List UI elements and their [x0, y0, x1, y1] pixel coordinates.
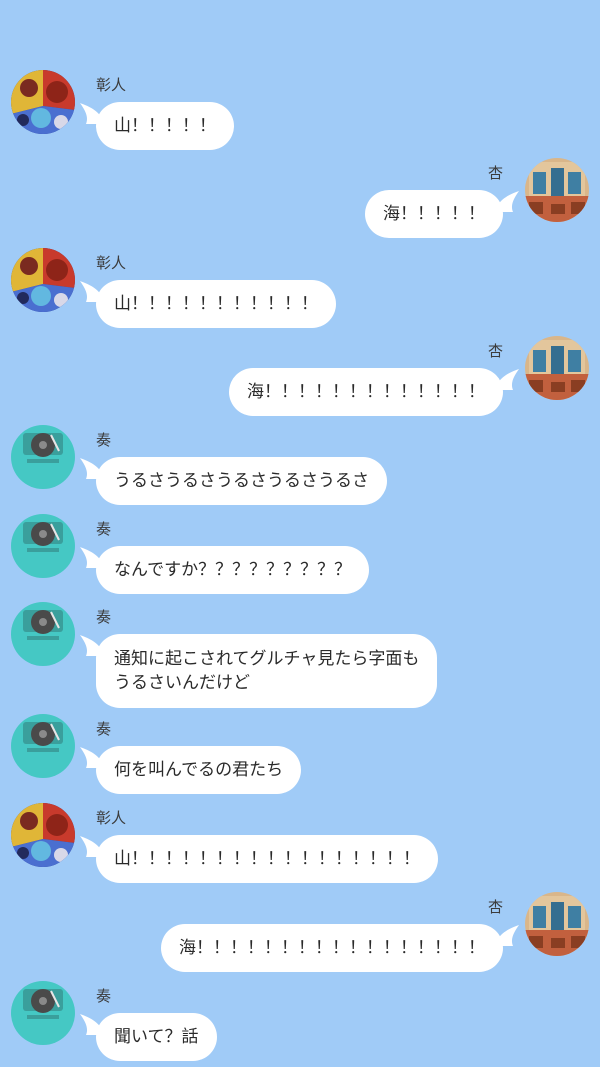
sender-name: 彰人: [96, 809, 127, 827]
kanade-avatar[interactable]: [11, 514, 75, 578]
akito-avatar[interactable]: [11, 70, 75, 134]
message-bubble[interactable]: 海！！！！！！！！！！！！！: [229, 368, 503, 416]
an-avatar[interactable]: [525, 892, 589, 956]
message-bubble[interactable]: 山！！！！！: [96, 102, 234, 150]
sender-name: 杏: [487, 898, 503, 916]
chat-thread: 彰人 山！！！！！ 杏 海！！！！！ 彰人 山！！！！！！！！！！！ 杏 海！！…: [0, 0, 600, 1067]
sender-name: 奏: [96, 987, 112, 1005]
message-bubble[interactable]: 海！！！！！: [365, 190, 503, 238]
sender-name: 杏: [487, 342, 503, 360]
kanade-avatar[interactable]: [11, 981, 75, 1045]
message-bubble[interactable]: 通知に起こされてグルチャ見たら字面も うるさいんだけど: [96, 634, 438, 708]
sender-name: 彰人: [96, 76, 127, 94]
kanade-avatar[interactable]: [11, 602, 75, 666]
message-bubble[interactable]: 海！！！！！！！！！！！！！！！！！: [161, 924, 503, 972]
message-bubble[interactable]: 山！！！！！！！！！！！: [96, 280, 336, 328]
message-bubble[interactable]: うるさうるさうるさうるさうるさ: [96, 457, 387, 505]
sender-name: 奏: [96, 608, 112, 626]
sender-name: 杏: [487, 164, 503, 182]
sender-name: 奏: [96, 720, 112, 738]
sender-name: 奏: [96, 520, 112, 538]
message-bubble[interactable]: 聞いて？話: [96, 1013, 217, 1061]
kanade-avatar[interactable]: [11, 425, 75, 489]
an-avatar[interactable]: [525, 336, 589, 400]
sender-name: 奏: [96, 431, 112, 449]
message-bubble[interactable]: 山！！！！！！！！！！！！！！！！！: [96, 835, 438, 883]
kanade-avatar[interactable]: [11, 714, 75, 778]
akito-avatar[interactable]: [11, 803, 75, 867]
akito-avatar[interactable]: [11, 248, 75, 312]
message-bubble[interactable]: 何を叫んでるの君たち: [96, 746, 302, 794]
message-bubble[interactable]: なんですか？？？？？？？？？: [96, 546, 370, 594]
an-avatar[interactable]: [525, 158, 589, 222]
sender-name: 彰人: [96, 254, 127, 272]
